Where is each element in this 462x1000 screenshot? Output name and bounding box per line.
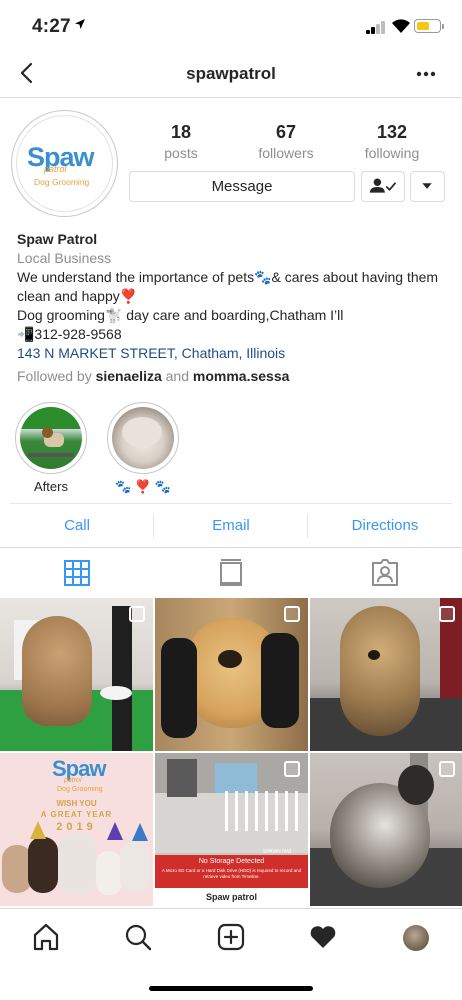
battery-tip	[442, 23, 444, 29]
following-count: 132	[376, 122, 408, 142]
bio-address-link[interactable]: 143 N MARKET STREET, Chatham, Illinois	[17, 344, 447, 363]
bio-line-1: We understand the importance of pets🐾& c…	[17, 269, 439, 304]
more-horizontal-icon[interactable]	[416, 71, 436, 77]
feed-icon[interactable]	[216, 558, 246, 588]
followers-count: 67	[275, 122, 297, 142]
post-grid: Spaw patrol Dog Grooming WISH YOU A GREA…	[0, 598, 462, 908]
post-thumbnail[interactable]: SPAWN 0WL No Storage Detected A Micro SD…	[155, 753, 308, 906]
directions-button[interactable]: Directions	[308, 517, 462, 534]
battery-level	[416, 21, 429, 30]
profile-avatar-tab[interactable]	[403, 925, 429, 951]
posts-count: 18	[170, 122, 192, 142]
divider	[0, 547, 462, 548]
highlight-image	[112, 407, 174, 469]
wifi-icon	[392, 19, 410, 33]
highlight-afters[interactable]: Afters	[15, 402, 87, 494]
heart-icon[interactable]	[308, 922, 338, 952]
home-indicator[interactable]	[149, 986, 313, 991]
grid-icon[interactable]	[62, 558, 92, 588]
post-great-year: A GREAT YEAR	[40, 810, 113, 819]
followed-user-1[interactable]: sienaeliza	[96, 368, 162, 384]
followed-prefix: Followed by	[17, 368, 96, 384]
bio-line-2: Dog grooming🐩 day care and boarding,Chat…	[17, 307, 344, 323]
highlight-ring	[15, 402, 87, 474]
home-icon[interactable]	[31, 922, 61, 952]
battery-icon	[414, 19, 441, 33]
person-check-icon	[369, 178, 397, 193]
avatar-logo-sub: patrol	[44, 164, 67, 174]
multiple-posts-icon	[439, 606, 455, 622]
message-button[interactable]: Message	[129, 171, 355, 202]
multiple-posts-icon	[439, 761, 455, 777]
cellular-signal-icon	[366, 21, 386, 34]
caret-down-icon	[422, 183, 432, 189]
status-bar: 4:27	[0, 0, 462, 52]
followed-by[interactable]: Followed by sienaeliza and momma.sessa	[17, 367, 447, 386]
post-thumbnail[interactable]: Spaw patrol Dog Grooming WISH YOU A GREA…	[0, 753, 153, 906]
posts-label: posts	[164, 145, 198, 161]
tagged-icon[interactable]	[370, 558, 400, 588]
profile-avatar[interactable]: Spaw patrol Dog Grooming	[16, 115, 113, 212]
highlight-ring	[107, 402, 179, 474]
highlight-paws[interactable]: 🐾 ❣️ 🐾	[107, 402, 179, 495]
username-title: spawpatrol	[186, 64, 276, 83]
highlight-image	[20, 407, 82, 469]
avatar-logo-tagline: Dog Grooming	[34, 177, 90, 187]
following-button[interactable]	[361, 171, 405, 202]
post-thumbnail[interactable]	[310, 598, 462, 751]
bio-category: Local Business	[17, 250, 112, 266]
multiple-posts-icon	[284, 761, 300, 777]
post-thumbnail[interactable]	[0, 598, 153, 751]
post-brand-tag: Dog Grooming	[57, 786, 103, 793]
post-year: 2019	[56, 821, 97, 833]
followed-user-2[interactable]: momma.sessa	[193, 368, 290, 384]
highlight-label: 🐾 ❣️ 🐾	[115, 479, 171, 494]
storage-warning-overlay: No Storage Detected A Micro SD Card or a…	[155, 855, 308, 888]
post-brand-sub: patrol	[64, 777, 82, 784]
multiple-posts-icon	[284, 606, 300, 622]
status-time: 4:27	[32, 16, 71, 37]
location-arrow-icon	[75, 19, 85, 29]
bio-line-3[interactable]: 📲312-928-9568	[17, 325, 447, 344]
followers-label: followers	[258, 145, 314, 161]
storage-warning-text: A Micro SD Card or a Hard Disk Drive (HD…	[161, 868, 302, 879]
post-thumbnail[interactable]	[155, 598, 308, 751]
call-button[interactable]: Call	[0, 517, 154, 534]
divider	[10, 503, 452, 504]
stat-followers[interactable]: 67 followers	[246, 122, 326, 161]
following-label: following	[364, 145, 420, 161]
stat-posts[interactable]: 18 posts	[141, 122, 221, 161]
followed-and: and	[161, 368, 193, 384]
multiple-posts-icon	[129, 606, 145, 622]
camera-caption: Spaw patrol	[205, 892, 257, 902]
post-wish: WISH YOU	[56, 799, 97, 808]
stat-following[interactable]: 132 following	[352, 122, 432, 161]
highlight-label: Afters	[34, 479, 68, 494]
profile-header: spawpatrol	[0, 52, 462, 98]
post-thumbnail[interactable]	[310, 753, 462, 906]
add-post-icon[interactable]	[216, 922, 246, 952]
storage-warning-title: No Storage Detected	[198, 858, 265, 865]
suggestions-dropdown-button[interactable]	[410, 171, 445, 202]
search-icon[interactable]	[123, 922, 153, 952]
email-button[interactable]: Email	[154, 517, 308, 534]
profile-bio: Spaw Patrol Local Business We understand…	[17, 230, 447, 386]
bio-name: Spaw Patrol	[17, 231, 98, 247]
